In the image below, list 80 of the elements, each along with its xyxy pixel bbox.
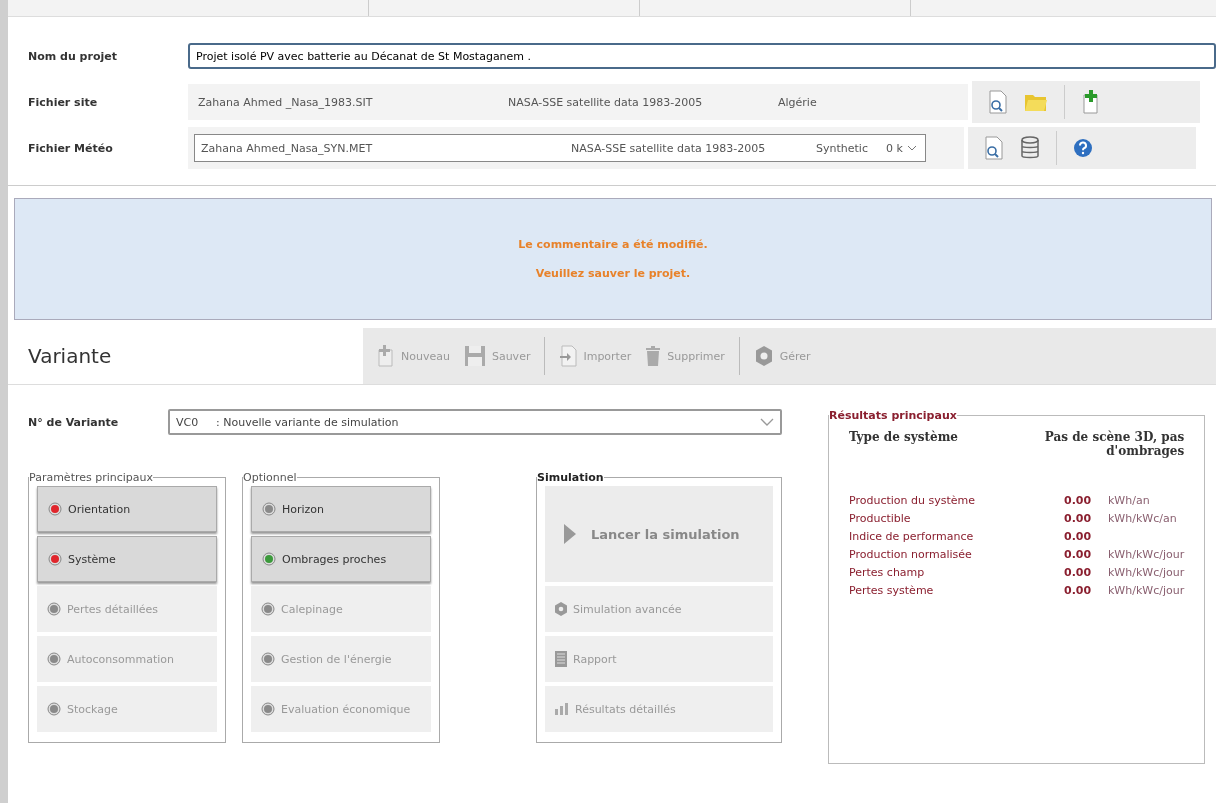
system-type: Pas de scène 3D, pas d'ombrages — [1043, 430, 1185, 458]
result-unit: kWh/kWc/an — [1108, 512, 1177, 525]
result-unit: kWh/kWc/jour — [1108, 566, 1185, 579]
parameter-button[interactable]: Calepinage — [251, 586, 431, 632]
field-label: Fichier Météo — [28, 141, 114, 155]
parameter-button[interactable]: Gestion de l'énergie — [251, 636, 431, 682]
parameter-button[interactable]: Horizon — [251, 486, 431, 532]
result-label: Pertes champ — [849, 566, 926, 579]
group-title: Simulation — [537, 471, 604, 484]
variant-dropdown[interactable]: VC0 : Nouvelle variante de simulation — [168, 409, 782, 435]
simulation-button[interactable]: Rapport — [545, 636, 773, 682]
site-source: NASA-SSE satellite data 1983-2005 — [508, 95, 704, 109]
parameter-button[interactable]: Ombrages proches — [251, 536, 431, 582]
status-dot-icon — [48, 552, 62, 566]
result-label: Productible — [849, 512, 912, 525]
project-name-field[interactable]: Projet isolé PV avec batterie au Décanat de St Mostaganem . — [188, 43, 1216, 69]
notice-text: Veuillez sauver le projet. — [535, 267, 691, 280]
play-icon — [563, 523, 577, 545]
run-simulation-button[interactable]: Lancer la simulation — [545, 486, 773, 582]
toolbar-button[interactable]: Supprimer — [641, 345, 729, 367]
result-value: 0.00 — [1064, 512, 1093, 525]
field-label: Nom du projet — [28, 49, 118, 63]
plus-document-icon — [377, 345, 395, 367]
toolbar-button[interactable]: Gérer — [749, 345, 815, 367]
database-icon[interactable] — [1020, 136, 1040, 160]
site-country: Algérie — [778, 95, 817, 109]
field-label: Fichier site — [28, 95, 99, 109]
gear-icon — [753, 345, 774, 367]
result-label: Pertes système — [849, 584, 935, 597]
document-search-icon[interactable] — [984, 136, 1004, 160]
result-value: 0.00 — [1064, 494, 1093, 507]
field-label: N° de Variante — [28, 415, 120, 429]
simulation-button[interactable]: Résultats détaillés — [545, 686, 773, 732]
document-search-icon[interactable] — [988, 90, 1008, 114]
gear-icon — [555, 602, 567, 616]
section-title: Variante — [27, 344, 113, 368]
status-dot-icon — [261, 702, 275, 716]
result-unit: kWh/kWc/jour — [1108, 584, 1185, 597]
result-label: Indice de performance — [849, 530, 975, 543]
import-icon — [559, 345, 578, 367]
chevron-down-icon — [906, 144, 917, 152]
status-dot-icon — [47, 652, 61, 666]
parameter-button[interactable]: Evaluation économique — [251, 686, 431, 732]
result-unit: kWh/kWc/jour — [1108, 548, 1185, 561]
result-value: 0.00 — [1064, 530, 1093, 543]
group-title: Paramètres principaux — [29, 471, 154, 484]
result-label: Production normalisée — [849, 548, 973, 561]
site-file-name: Zahana Ahmed _Nasa_1983.SIT — [198, 95, 374, 109]
result-label: Production du système — [849, 494, 976, 507]
toolbar-button[interactable]: Importer — [555, 345, 636, 367]
new-document-icon[interactable] — [1081, 90, 1101, 114]
chevron-down-icon — [760, 417, 774, 427]
status-dot-icon — [47, 602, 61, 616]
status-dot-icon — [261, 652, 275, 666]
result-value: 0.00 — [1064, 566, 1093, 579]
meteo-file-dropdown[interactable]: Zahana Ahmed_Nasa_SYN.MET NASA-SSE satellite data 1983-2005 Synthetic 0 k — [194, 134, 926, 162]
status-dot-icon — [262, 502, 276, 516]
toolbar-button[interactable]: Sauver — [459, 345, 535, 367]
notice-text: Le commentaire a été modifié. — [518, 238, 708, 251]
group-title: Résultats principaux — [829, 409, 957, 422]
trash-icon — [645, 345, 662, 367]
toolbar-button[interactable]: Nouveau — [373, 345, 454, 367]
parameter-button[interactable]: Pertes détaillées — [37, 586, 217, 632]
document-icon — [555, 651, 567, 667]
parameter-button[interactable]: Stockage — [37, 686, 217, 732]
group-title: Optionnel — [243, 471, 297, 484]
help-icon[interactable] — [1073, 138, 1093, 158]
results-heading: Type de système — [849, 430, 958, 446]
result-value: 0.00 — [1064, 584, 1093, 597]
result-value: 0.00 — [1064, 548, 1093, 561]
parameter-button[interactable]: Autoconsommation — [37, 636, 217, 682]
simulation-button[interactable]: Simulation avancée — [545, 586, 773, 632]
status-dot-icon — [48, 502, 62, 516]
parameter-button[interactable]: Système — [37, 536, 217, 582]
bar-chart-icon — [555, 703, 569, 715]
status-dot-icon — [262, 552, 276, 566]
status-dot-icon — [261, 602, 275, 616]
parameter-button[interactable]: Orientation — [37, 486, 217, 532]
status-dot-icon — [47, 702, 61, 716]
result-unit: kWh/an — [1108, 494, 1150, 507]
